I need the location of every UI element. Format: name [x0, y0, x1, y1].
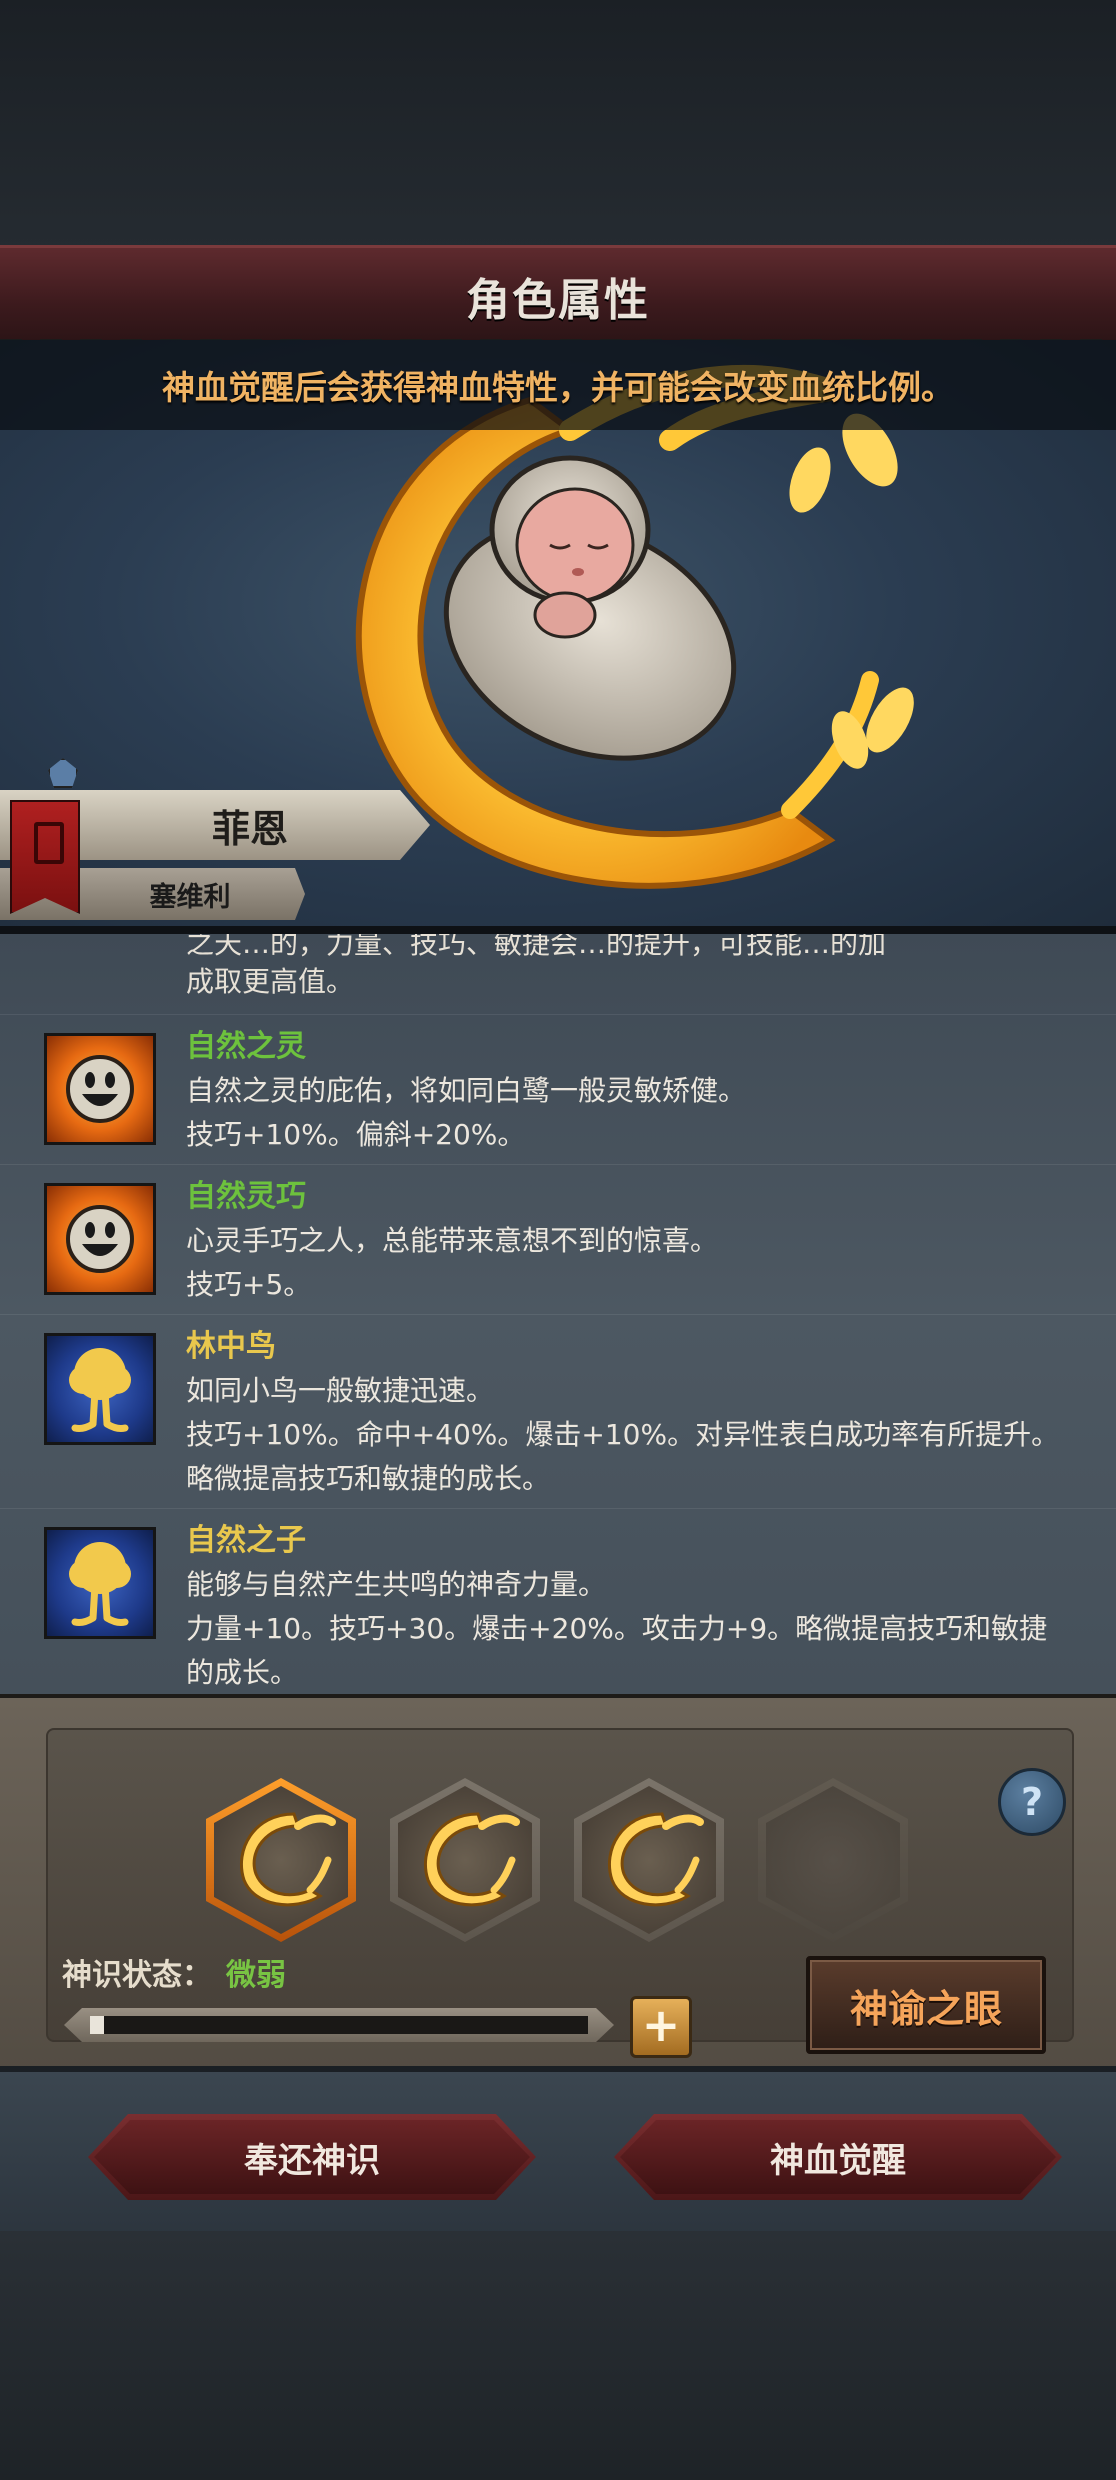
trait-description: 如同小鸟一般敏捷迅速。 技巧+10%。命中+40%。爆击+10%。对异性表白成功率… — [186, 1374, 1060, 1495]
title-bar: 角色属性 — [0, 245, 1116, 343]
trait-name: 自然之灵 — [186, 1029, 306, 1064]
trait-item[interactable]: 自然之子 能够与自然产生共鸣的神奇力量。 力量+10。技巧+30。爆击+20%。攻… — [0, 1508, 1116, 1694]
oracle-eye-button[interactable]: 神谕之眼 — [806, 1956, 1046, 2054]
moon-slot[interactable] — [390, 1778, 540, 1942]
character-name: 菲恩 — [211, 806, 288, 851]
divine-sense-progress-bar — [64, 2008, 614, 2042]
golden-moon-icon — [423, 1812, 520, 1907]
trait-partial-text-2: 成取更高值。 — [186, 965, 355, 998]
trait-description: 自然之灵的庇佑，将如同白鹭一般灵敏矫健。 技巧+10%。偏斜+20%。 — [186, 1074, 747, 1151]
divine-state-value: 微弱 — [226, 1958, 286, 1993]
moon-slot-empty[interactable] — [758, 1778, 908, 1942]
golden-tree-icon — [44, 1527, 156, 1639]
trait-item[interactable]: 自然灵巧 心灵手巧之人，总能带来意想不到的惊喜。 技巧+5。 — [0, 1164, 1116, 1315]
bottom-background — [0, 2231, 1116, 2480]
add-divine-sense-button[interactable]: + — [630, 1996, 692, 2058]
smiley-sun-icon — [44, 1033, 156, 1145]
golden-tree-icon — [44, 1333, 156, 1445]
page-title: 角色属性 — [466, 274, 650, 326]
trait-name: 林中鸟 — [186, 1329, 276, 1364]
notice-text: 神血觉醒后会获得神血特性，并可能会改变血统比例。 — [162, 368, 954, 407]
character-subtitle: 塞维利 — [149, 881, 231, 913]
trait-description: 能够与自然产生共鸣的神奇力量。 力量+10。技巧+30。爆击+20%。攻击力+9。… — [186, 1568, 1048, 1689]
moon-slot-active[interactable] — [206, 1778, 356, 1942]
faction-banner-icon — [10, 800, 80, 914]
notice-banner: 神血觉醒后会获得神血特性，并可能会改变血统比例。 — [0, 340, 1116, 430]
trait-list[interactable]: 之天…的，力量、技巧、敏捷会…的提升，可技能…的加 成取更高值。 自然之灵 自然… — [0, 934, 1116, 1694]
trait-description: 心灵手巧之人，总能带来意想不到的惊喜。 技巧+5。 — [186, 1224, 719, 1301]
blood-awakening-label: 神血觉醒 — [770, 2140, 906, 2181]
oracle-eye-label: 神谕之眼 — [849, 1986, 1002, 2031]
top-background — [0, 0, 1116, 250]
help-button[interactable]: ? — [998, 1768, 1066, 1836]
golden-moon-icon — [607, 1812, 704, 1907]
golden-moon-icon — [239, 1812, 336, 1907]
trait-name: 自然灵巧 — [186, 1179, 306, 1214]
trait-item[interactable]: 林中鸟 如同小鸟一般敏捷迅速。 技巧+10%。命中+40%。爆击+10%。对异性表… — [0, 1314, 1116, 1509]
divine-state-label: 神识状态： — [62, 1958, 212, 1993]
divine-sense-panel: ? 神识状态： 微弱 + 神谕之眼 — [0, 1694, 1116, 2070]
trait-name: 自然之子 — [186, 1523, 306, 1558]
return-divine-sense-label: 奉还神识 — [244, 2140, 380, 2181]
action-footer: 奉还神识 神血觉醒 — [0, 2066, 1116, 2237]
trait-item[interactable]: 自然之灵 自然之灵的庇佑，将如同白鹭一般灵敏矫健。 技巧+10%。偏斜+20%。 — [0, 1014, 1116, 1165]
blood-awakening-button[interactable]: 神血觉醒 — [614, 2114, 1062, 2200]
return-divine-sense-button[interactable]: 奉还神识 — [88, 2114, 536, 2200]
smiley-sun-icon — [44, 1183, 156, 1295]
moon-slot[interactable] — [574, 1778, 724, 1942]
